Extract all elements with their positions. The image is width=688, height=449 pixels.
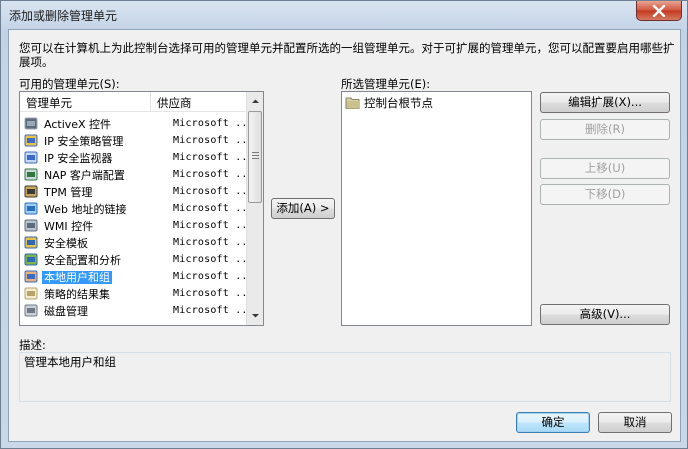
window-title: 添加或删除管理单元 — [9, 9, 118, 23]
wmi-icon — [24, 219, 38, 231]
list-header: 管理单元 供应商 — [20, 92, 247, 112]
ok-button[interactable]: 确定 — [516, 412, 590, 433]
snapin-row[interactable]: ActiveX 控件 Microsoft ... — [21, 115, 254, 132]
snapin-row[interactable]: IP 安全监视器 Microsoft ... — [21, 149, 254, 166]
snapin-name: Web 地址的链接 — [44, 202, 127, 216]
description-box: 管理本地用户和组 — [19, 352, 671, 402]
users-groups-icon — [24, 270, 38, 282]
snapin-vendor: Microsoft ... — [173, 203, 254, 214]
vertical-scrollbar[interactable] — [246, 92, 263, 325]
available-snapins-label: 可用的管理单元(S): — [19, 77, 120, 91]
snapin-name: 安全配置和分析 — [44, 253, 121, 267]
move-up-button[interactable]: 上移(U) — [540, 158, 670, 179]
selected-snapins-label: 所选管理单元(E): — [341, 77, 431, 91]
web-link-icon — [24, 202, 38, 214]
snapin-vendor: Microsoft ... — [173, 135, 254, 146]
intro-text: 您可以在计算机上为此控制台选择可用的管理单元并配置所选的一组管理单元。对于可扩展… — [19, 41, 675, 69]
ip-security-monitor-icon — [24, 151, 38, 163]
rsop-icon — [24, 287, 38, 299]
snapin-vendor: Microsoft ... — [173, 288, 254, 299]
snapin-vendor: Microsoft ... — [173, 305, 254, 316]
snapin-name: NAP 客户端配置 — [44, 168, 125, 182]
security-config-icon — [24, 253, 38, 265]
snapin-vendor: Microsoft ... — [173, 271, 254, 282]
console-root-node[interactable]: 控制台根节点 — [345, 95, 433, 111]
snapin-name: IP 安全策略管理 — [44, 134, 124, 148]
snapin-name: 本地用户和组 — [42, 270, 112, 284]
console-root-label: 控制台根节点 — [364, 96, 433, 110]
activex-icon — [24, 117, 38, 129]
snapin-row[interactable]: WMI 控件 Microsoft ... — [21, 217, 254, 234]
description-text: 管理本地用户和组 — [24, 355, 116, 369]
ip-security-policy-icon — [24, 134, 38, 146]
snapin-vendor: Microsoft ... — [173, 254, 254, 265]
snapin-vendor: Microsoft ... — [173, 169, 254, 180]
close-button[interactable] — [636, 1, 682, 21]
snapin-row[interactable]: 本地用户和组 Microsoft ... — [21, 268, 254, 285]
snapin-row[interactable]: 安全模板 Microsoft ... — [21, 234, 254, 251]
nap-client-icon — [24, 168, 38, 180]
dialog-client-area: 您可以在计算机上为此控制台选择可用的管理单元并配置所选的一组管理单元。对于可扩展… — [8, 29, 681, 442]
snapin-name: 安全模板 — [44, 236, 88, 250]
snapin-name: 策略的结果集 — [44, 287, 110, 301]
column-header-vendor[interactable]: 供应商 — [151, 92, 247, 111]
snapin-name: 磁盘管理 — [44, 304, 88, 318]
snapin-row[interactable]: Web 地址的链接 Microsoft ... — [21, 200, 254, 217]
title-bar[interactable]: 添加或删除管理单元 — [1, 1, 687, 29]
advanced-button[interactable]: 高级(V)... — [540, 304, 670, 325]
snapin-vendor: Microsoft ... — [173, 186, 254, 197]
snapin-name: TPM 管理 — [44, 185, 93, 199]
tpm-icon — [24, 185, 38, 197]
move-down-button[interactable]: 下移(D) — [540, 184, 670, 205]
snapin-row[interactable]: 策略的结果集 Microsoft ... — [21, 285, 254, 302]
scrollbar-thumb[interactable] — [248, 111, 262, 203]
security-template-icon — [24, 236, 38, 248]
column-header-snapin[interactable]: 管理单元 — [20, 92, 151, 111]
disk-management-icon — [24, 304, 38, 316]
available-snapins-list[interactable]: 管理单元 供应商 ActiveX 控件 Microsoft ... IP 安全策略管… — [19, 91, 264, 326]
folder-icon — [345, 97, 360, 109]
add-button[interactable]: 添加(A) > — [271, 198, 335, 219]
dialog-window: 添加或删除管理单元 您可以在计算机上为此控制台选择可用的管理单元并配置所选的一组… — [0, 0, 688, 449]
close-icon — [652, 4, 666, 17]
scroll-up-arrow-icon[interactable] — [251, 97, 260, 106]
snapin-row[interactable]: IP 安全策略管理 Microsoft ... — [21, 132, 254, 149]
description-label: 描述: — [19, 338, 46, 352]
snapin-row[interactable]: NAP 客户端配置 Microsoft ... — [21, 166, 254, 183]
snapin-vendor: Microsoft ... — [173, 118, 254, 129]
snapin-row[interactable]: TPM 管理 Microsoft ... — [21, 183, 254, 200]
edit-extensions-button[interactable]: 编辑扩展(X)... — [540, 92, 670, 113]
snapin-vendor: Microsoft ... — [173, 220, 254, 231]
snapin-name: ActiveX 控件 — [44, 117, 112, 131]
snapin-vendor: Microsoft ... — [173, 152, 254, 163]
cancel-button[interactable]: 取消 — [598, 412, 672, 433]
snapin-row[interactable]: 磁盘管理 Microsoft ... — [21, 302, 254, 319]
snapin-vendor: Microsoft ... — [173, 237, 254, 248]
selected-snapins-list[interactable]: 控制台根节点 — [341, 91, 532, 326]
remove-button[interactable]: 删除(R) — [540, 119, 670, 140]
snapin-row[interactable]: 安全配置和分析 Microsoft ... — [21, 251, 254, 268]
snapin-name: IP 安全监视器 — [44, 151, 113, 165]
scroll-down-arrow-icon[interactable] — [251, 311, 260, 320]
snapin-name: WMI 控件 — [44, 219, 94, 233]
